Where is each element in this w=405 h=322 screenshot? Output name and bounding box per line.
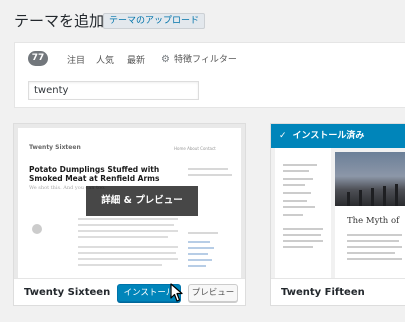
installed-label: インストール済み xyxy=(292,131,365,141)
screenshot-text-line xyxy=(78,246,178,248)
screenshot-text-line xyxy=(283,170,309,172)
screenshot-text-line xyxy=(283,228,323,230)
screenshot-text-line xyxy=(283,240,323,242)
screenshot-sidebar-link xyxy=(188,265,206,267)
screenshot-nav: Home About Contact xyxy=(174,146,216,151)
pier-post xyxy=(371,188,374,206)
screenshot-text-line xyxy=(283,234,321,236)
theme-screenshot[interactable]: The Myth of ✓ インストール済み xyxy=(271,124,405,278)
screenshot-text-line xyxy=(78,252,176,254)
theme-count-badge: 77 xyxy=(28,51,48,66)
screenshot-sidebar-line xyxy=(188,174,232,176)
screenshot-text-line xyxy=(78,264,162,266)
screenshot-text-line xyxy=(347,246,402,248)
mouse-cursor-icon xyxy=(170,283,183,302)
theme-name: Twenty Sixteen xyxy=(24,287,111,298)
screenshot-text-line xyxy=(283,178,313,180)
screenshot-text-line xyxy=(283,192,311,194)
page-header: テーマを追加 テーマのアップロード xyxy=(0,0,405,40)
tab-featured[interactable]: 注目 xyxy=(67,53,85,66)
screenshot-sidebar-line xyxy=(188,232,218,234)
theme-actions-bar: Twenty Sixteen インストール プレビュー xyxy=(14,278,245,305)
screenshot-text-line xyxy=(347,240,399,242)
screenshot-post-title: Potato Dumplings Stuffed with Smoked Mea… xyxy=(29,165,160,183)
screenshot-post-title: The Myth of xyxy=(347,216,400,226)
screenshot-text-line xyxy=(78,236,168,238)
screenshot-main: The Myth of xyxy=(335,152,405,278)
screenshot-text-line xyxy=(283,206,315,208)
theme-name: Twenty Fifteen xyxy=(281,287,365,298)
theme-screenshot[interactable]: Twenty Sixteen Home About Contact Potato… xyxy=(14,124,245,278)
feature-filter-button[interactable]: ⚙ 特徴フィルター xyxy=(161,52,237,65)
details-preview-button[interactable]: 詳細 & プレビュー xyxy=(86,186,198,216)
tab-latest[interactable]: 最新 xyxy=(127,53,145,66)
screenshot-text-line xyxy=(283,246,313,248)
gear-icon: ⚙ xyxy=(161,54,170,65)
screenshot-sidebar-link xyxy=(188,247,214,249)
check-icon: ✓ xyxy=(279,131,287,141)
tab-popular[interactable]: 人気 xyxy=(96,53,114,66)
screenshot-avatar xyxy=(32,224,42,234)
theme-card-twenty-sixteen[interactable]: Twenty Sixteen Home About Contact Potato… xyxy=(13,123,246,306)
screenshot-text-line xyxy=(283,200,307,202)
pier-post xyxy=(347,192,350,206)
screenshot-text-line xyxy=(283,214,303,216)
screenshot-pier-photo xyxy=(335,152,405,206)
screenshot-text-line xyxy=(78,258,178,260)
screenshot-text-line xyxy=(78,230,178,232)
pier-post xyxy=(395,184,398,206)
theme-actions-bar: Twenty Fifteen xyxy=(271,278,405,305)
screenshot-text-line xyxy=(283,184,305,186)
screenshot-text-line xyxy=(78,224,174,226)
installed-banner: ✓ インストール済み xyxy=(271,124,405,148)
pier-post xyxy=(383,186,386,206)
screenshot-sidebar-line xyxy=(188,168,228,170)
page-title: テーマを追加 xyxy=(14,12,105,30)
theme-card-twenty-fifteen[interactable]: The Myth of ✓ インストール済み Twenty Fifteen xyxy=(270,123,405,306)
upload-theme-button[interactable]: テーマのアップロード xyxy=(103,13,206,29)
screenshot-site-title: Twenty Sixteen xyxy=(29,144,81,151)
screenshot-sidebar-link xyxy=(188,253,208,255)
feature-filter-label: 特徴フィルター xyxy=(174,55,237,65)
screenshot-text-line xyxy=(347,252,395,254)
screenshot-sidebar xyxy=(275,148,331,278)
filter-bar: 77 注目 人気 最新 ⚙ 特徴フィルター xyxy=(14,42,405,108)
screenshot-text-line xyxy=(78,218,178,220)
screenshot-text-line xyxy=(283,164,317,166)
screenshot-text-line xyxy=(347,258,402,260)
screenshot-text-line xyxy=(347,234,402,236)
preview-button[interactable]: プレビュー xyxy=(188,284,238,302)
search-input[interactable] xyxy=(28,81,199,100)
screenshot-sidebar-link xyxy=(188,241,210,243)
screenshot-sidebar-link xyxy=(188,259,212,261)
pier-post xyxy=(359,190,362,206)
